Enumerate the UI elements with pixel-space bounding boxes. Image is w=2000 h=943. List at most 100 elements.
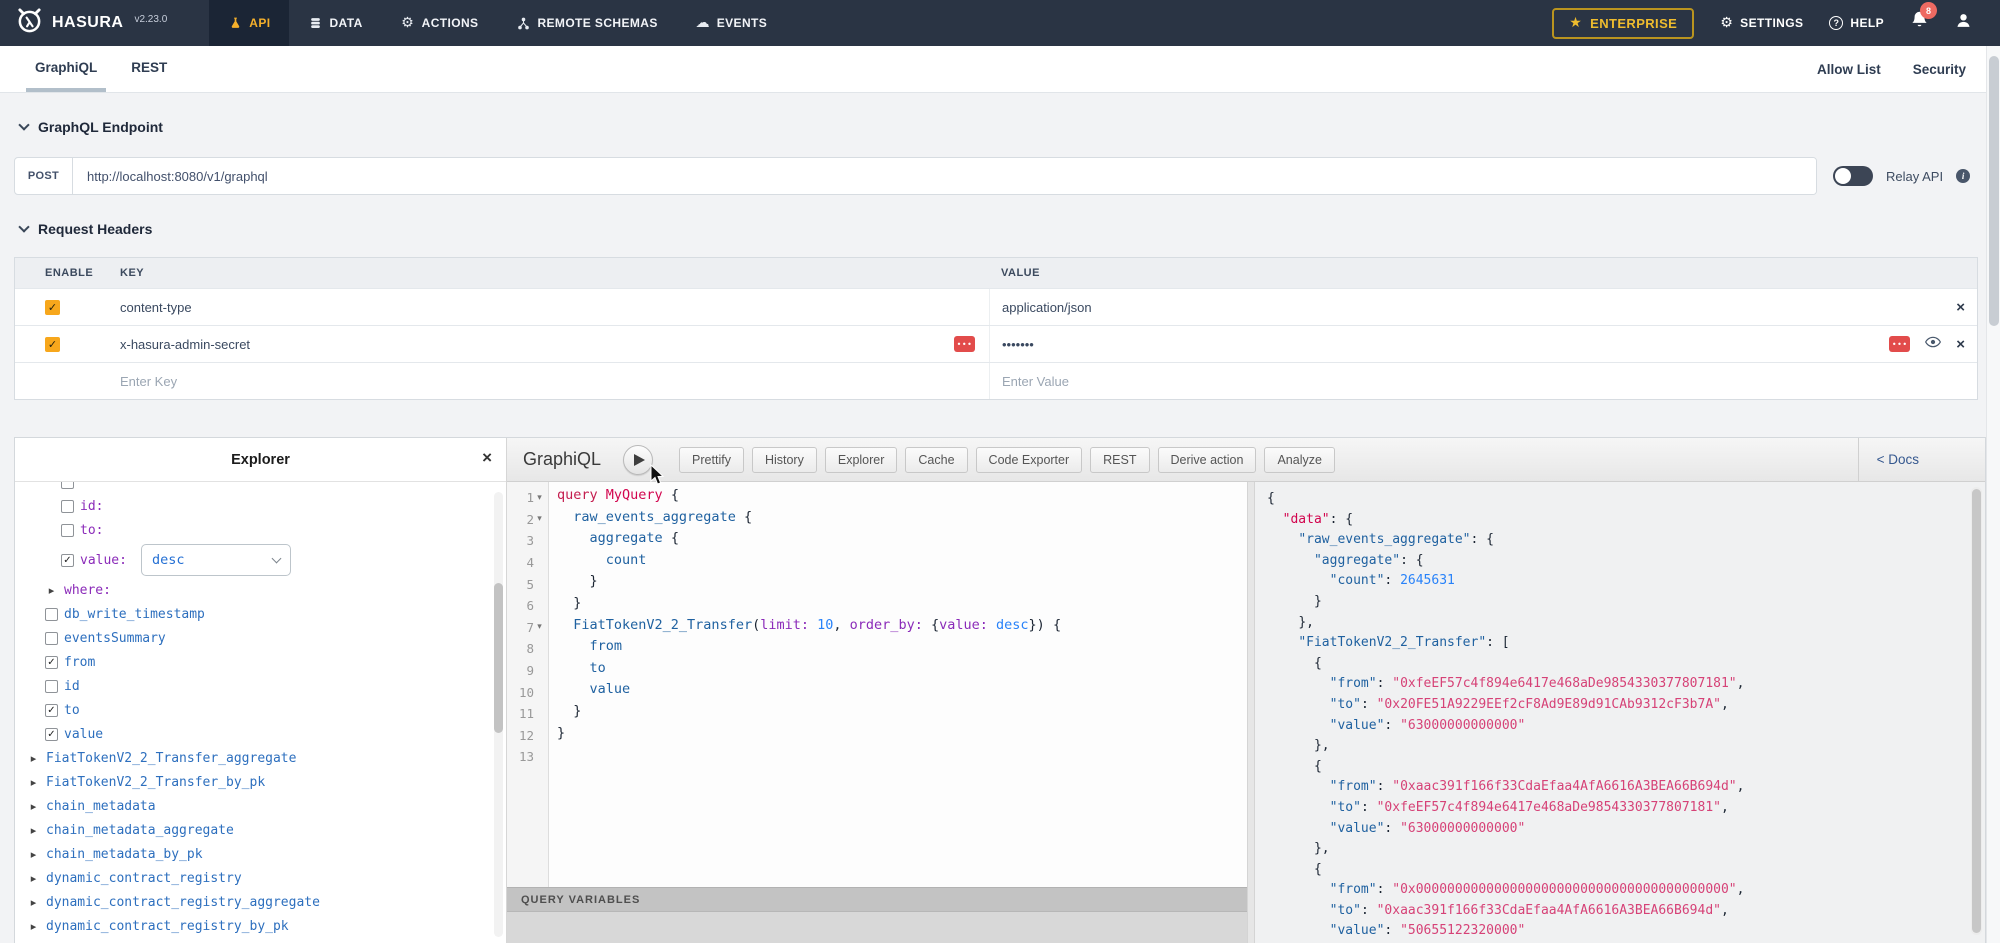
expand-arrow-icon[interactable]: ▸ <box>27 776 40 789</box>
expand-arrow-icon[interactable]: ▸ <box>27 920 40 933</box>
explorer-item-dynamic-contract-registry-by-pk[interactable]: ▸dynamic_contract_registry_by_pk <box>15 914 506 938</box>
field-checkbox[interactable] <box>61 524 74 537</box>
http-method-label: POST <box>15 158 73 194</box>
remove-header-icon[interactable]: × <box>1956 300 1965 315</box>
link-allow-list[interactable]: Allow List <box>1817 62 1881 77</box>
value-cell[interactable]: ••••••••••× <box>989 326 1977 362</box>
order-direction-select[interactable]: desc <box>141 544 291 576</box>
field-checkbox[interactable] <box>61 500 74 513</box>
tab-graphiql[interactable]: GraphiQL <box>26 46 106 92</box>
field-checkbox[interactable]: ✓ <box>61 554 74 567</box>
field-checkbox[interactable] <box>61 482 74 489</box>
explorer-item-id[interactable]: id: <box>15 494 506 518</box>
fold-arrow-icon[interactable]: ▾ <box>534 622 545 632</box>
explorer-item-value[interactable]: ✓value:desc <box>15 542 506 578</box>
explorer-item-where[interactable]: ▸where: <box>15 578 506 602</box>
token: : <box>1361 800 1377 815</box>
field-checkbox[interactable] <box>45 680 58 693</box>
page-scrollbar-thumb[interactable] <box>1989 56 1999 326</box>
explorer-scrollbar-thumb[interactable] <box>494 583 503 733</box>
toolbar-button-code-exporter[interactable]: Code Exporter <box>976 447 1083 473</box>
nav-item-actions[interactable]: ⚙ACTIONS <box>382 0 498 46</box>
explorer-item-fiattokenv2-2-transfer-aggregate[interactable]: ▸FiatTokenV2_2_Transfer_aggregate <box>15 746 506 770</box>
docs-link[interactable]: < Docs <box>1858 438 1937 481</box>
tab-rest[interactable]: REST <box>122 46 176 92</box>
explorer-item-to[interactable]: to: <box>15 518 506 542</box>
explorer-item-item[interactable] <box>15 482 506 494</box>
toolbar-button-history[interactable]: History <box>752 447 817 473</box>
nav-item-remote-schemas[interactable]: REMOTE SCHEMAS <box>497 0 676 46</box>
toolbar-button-prettify[interactable]: Prettify <box>679 447 744 473</box>
toolbar-button-cache[interactable]: Cache <box>905 447 967 473</box>
explorer-item-eventssummary[interactable]: eventsSummary <box>15 626 506 650</box>
expand-arrow-icon[interactable]: ▸ <box>27 824 40 837</box>
enterprise-button[interactable]: ★ ENTERPRISE <box>1552 8 1694 39</box>
notifications-button[interactable]: 8 <box>1910 10 1929 36</box>
nav-item-api[interactable]: API <box>209 0 289 46</box>
nav-item-events[interactable]: ☁EVENTS <box>677 0 786 46</box>
settings-button[interactable]: ⚙ SETTINGS <box>1720 16 1803 30</box>
header-key: x-hasura-admin-secret <box>106 337 250 352</box>
reveal-eye-icon[interactable] <box>1925 335 1941 353</box>
field-checkbox[interactable]: ✓ <box>45 704 58 717</box>
toolbar-button-rest[interactable]: REST <box>1090 447 1149 473</box>
header-enabled-checkbox[interactable]: ✓ <box>45 337 60 352</box>
endpoint-url-input[interactable] <box>73 158 1816 194</box>
expand-arrow-icon[interactable]: ▸ <box>27 872 40 885</box>
new-header-key-input[interactable] <box>106 374 888 389</box>
expand-arrow-icon[interactable]: ▸ <box>27 752 40 765</box>
explorer-item-to[interactable]: ✓to <box>15 698 506 722</box>
explorer-item-id[interactable]: id <box>15 674 506 698</box>
explorer-close-icon[interactable]: × <box>482 448 492 468</box>
pane-resize-handle[interactable] <box>1247 482 1255 943</box>
token: "0xfeEF57c4f894e6417e468aDe9854330377807… <box>1392 676 1736 691</box>
key-cell[interactable]: x-hasura-admin-secret••• <box>106 337 989 352</box>
field-checkbox[interactable]: ✓ <box>45 728 58 741</box>
link-security[interactable]: Security <box>1913 62 1966 77</box>
explorer-item-from[interactable]: ✓from <box>15 650 506 674</box>
explorer-item-chain-metadata-by-pk[interactable]: ▸chain_metadata_by_pk <box>15 842 506 866</box>
explorer-item-dynamic-contract-registry-aggregate[interactable]: ▸dynamic_contract_registry_aggregate <box>15 890 506 914</box>
explorer-item-fiattokenv2-2-transfer-by-pk[interactable]: ▸FiatTokenV2_2_Transfer_by_pk <box>15 770 506 794</box>
headers-section-header[interactable]: Request Headers <box>20 221 1986 237</box>
query-editor[interactable]: 1▾2▾3▾4▾5▾6▾7▾8▾9▾10▾11▾12▾13▾ query MyQ… <box>507 482 1247 887</box>
explorer-item-dynamic-contract-registry[interactable]: ▸dynamic_contract_registry <box>15 866 506 890</box>
expand-arrow-icon[interactable]: ▸ <box>27 848 40 861</box>
query-code[interactable]: query MyQuery { raw_events_aggregate { a… <box>549 482 1247 887</box>
nav-item-data[interactable]: DATA <box>289 0 381 46</box>
new-header-value-input[interactable] <box>1002 374 1880 389</box>
toolbar-button-analyze[interactable]: Analyze <box>1264 447 1334 473</box>
remove-header-icon[interactable]: × <box>1956 337 1965 352</box>
fold-arrow-icon[interactable]: ▾ <box>534 514 545 524</box>
fold-arrow-icon[interactable]: ▾ <box>534 493 545 503</box>
explorer-item-db-write-timestamp[interactable]: db_write_timestamp <box>15 602 506 626</box>
endpoint-section-header[interactable]: GraphQL Endpoint <box>20 119 1986 135</box>
user-menu-button[interactable] <box>1955 12 1972 34</box>
explorer-item-chain-metadata-aggregate[interactable]: ▸chain_metadata_aggregate <box>15 818 506 842</box>
toolbar-button-explorer[interactable]: Explorer <box>825 447 898 473</box>
response-line: "to": "0xfeEF57c4f894e6417e468aDe9854330… <box>1267 800 1961 821</box>
field-checkbox[interactable] <box>45 632 58 645</box>
relay-toggle[interactable] <box>1833 166 1873 186</box>
token: }, <box>1314 738 1330 753</box>
expand-arrow-icon[interactable]: ▸ <box>45 584 58 597</box>
field-checkbox[interactable] <box>45 608 58 621</box>
header-enabled-checkbox[interactable]: ✓ <box>45 300 60 315</box>
field-checkbox[interactable]: ✓ <box>45 656 58 669</box>
query-variables-editor[interactable] <box>507 912 1247 943</box>
toolbar-button-derive-action[interactable]: Derive action <box>1158 447 1257 473</box>
token: "value" <box>1330 718 1385 733</box>
explorer-header: Explorer × <box>15 438 506 482</box>
token <box>557 530 590 546</box>
expand-arrow-icon[interactable]: ▸ <box>27 896 40 909</box>
explorer-item-chain-metadata[interactable]: ▸chain_metadata <box>15 794 506 818</box>
help-button[interactable]: ? HELP <box>1829 16 1884 30</box>
key-cell[interactable]: content-type <box>106 300 989 315</box>
explorer-item-value[interactable]: ✓value <box>15 722 506 746</box>
value-cell[interactable]: application/json× <box>989 289 1977 325</box>
execute-query-button[interactable] <box>623 445 653 475</box>
response-scrollbar-thumb[interactable] <box>1972 489 1981 933</box>
expand-arrow-icon[interactable]: ▸ <box>27 800 40 813</box>
info-icon[interactable]: i <box>1956 169 1970 183</box>
query-variables-bar[interactable]: QUERY VARIABLES <box>507 887 1247 912</box>
